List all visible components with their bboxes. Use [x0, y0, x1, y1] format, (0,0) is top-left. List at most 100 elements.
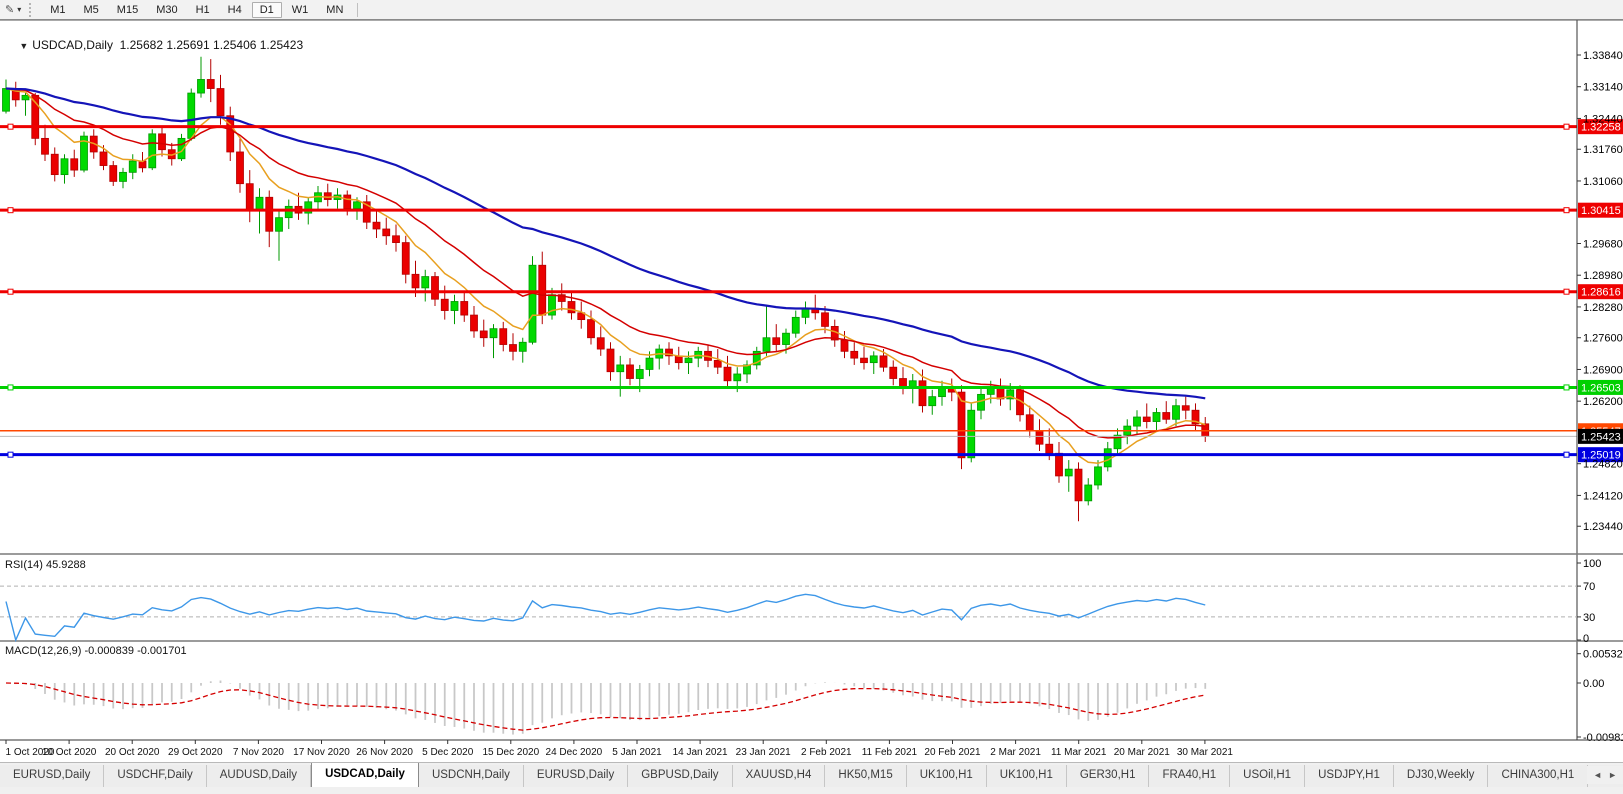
timeframe-button-m5[interactable]: M5: [76, 2, 107, 18]
hline-handle[interactable]: [1564, 452, 1569, 457]
trading-platform-window: ✎ ▾ M1M5M15M30H1H4D1W1MN ▼ USDCAD,Daily 1…: [0, 0, 1623, 794]
candle: [402, 243, 409, 275]
candle: [510, 345, 517, 352]
date-tick-label: 15 Dec 2020: [482, 747, 539, 758]
candle: [100, 152, 107, 166]
candle: [519, 342, 526, 351]
candle: [1095, 467, 1102, 485]
date-tick-label: 2 Feb 2021: [801, 747, 852, 758]
symbol-tab-xauusd-h4[interactable]: XAUUSD,H4: [733, 765, 826, 787]
candle: [1046, 444, 1053, 453]
timeframe-button-m30[interactable]: M30: [148, 2, 185, 18]
draw-tool-caret-icon[interactable]: ▾: [17, 5, 25, 14]
svg-text:1.30415: 1.30415: [1581, 205, 1621, 217]
candle: [1065, 469, 1072, 476]
tab-scroll-left-icon[interactable]: ◄: [1590, 770, 1605, 780]
symbol-tab-fra40-h1[interactable]: FRA40,H1: [1149, 765, 1230, 787]
date-tick-label: 20 Mar 2021: [1114, 747, 1171, 758]
timeframe-button-mn[interactable]: MN: [318, 2, 351, 18]
candle: [246, 184, 253, 211]
candle: [597, 338, 604, 349]
timeframe-button-m1[interactable]: M1: [42, 2, 73, 18]
hline-handle[interactable]: [8, 124, 13, 129]
macd-tick-label: -0.009818: [1583, 732, 1623, 744]
timeframe-button-w1[interactable]: W1: [284, 2, 317, 18]
candle: [607, 349, 614, 372]
candle: [344, 195, 351, 209]
price-tick-label: 1.33140: [1583, 82, 1623, 94]
date-tick-label: 7 Nov 2020: [233, 747, 285, 758]
date-tick-label: 26 Nov 2020: [356, 747, 413, 758]
candle: [1163, 412, 1170, 419]
hline-handle[interactable]: [1564, 124, 1569, 129]
candle: [1104, 449, 1111, 467]
symbol-tab-usdjpy-h1[interactable]: USDJPY,H1: [1305, 765, 1394, 787]
draw-tool-icon[interactable]: ✎: [0, 3, 17, 16]
candle: [441, 299, 448, 310]
symbol-tab-usdcnh-daily[interactable]: USDCNH,Daily: [419, 765, 524, 787]
candle: [539, 265, 546, 315]
candle: [42, 138, 49, 154]
symbol-tab-uk100-h1[interactable]: UK100,H1: [987, 765, 1067, 787]
hline-handle[interactable]: [8, 385, 13, 390]
candle: [354, 202, 361, 209]
symbol-tab-usoil-h1[interactable]: USOil,H1: [1230, 765, 1305, 787]
candle: [461, 301, 468, 315]
symbol-tab-eurusd-daily[interactable]: EURUSD,Daily: [524, 765, 628, 787]
symbol-tab-dj30-weekly[interactable]: DJ30,Weekly: [1394, 765, 1489, 787]
symbol-tab-ger30-h1[interactable]: GER30,H1: [1067, 765, 1150, 787]
candle: [1173, 406, 1180, 420]
rsi-tick-label: 70: [1583, 581, 1595, 593]
price-tick-label: 1.31060: [1583, 176, 1623, 188]
symbol-tab-usdchf-daily[interactable]: USDCHF,Daily: [104, 765, 206, 787]
candle: [734, 374, 741, 381]
candle: [685, 358, 692, 363]
candle: [1036, 431, 1043, 445]
toolbar-grip[interactable]: [29, 3, 37, 17]
chart-menu-caret-icon[interactable]: ▼: [19, 41, 28, 51]
candle: [500, 329, 507, 345]
timeframe-button-m15[interactable]: M15: [109, 2, 146, 18]
chart-canvas[interactable]: 1.322581.304151.286161.265031.255471.250…: [0, 20, 1623, 762]
candle: [822, 313, 829, 327]
hline-handle[interactable]: [1564, 208, 1569, 213]
symbol-tab-uk100-h1[interactable]: UK100,H1: [907, 765, 987, 787]
hline-handle[interactable]: [1564, 385, 1569, 390]
date-tick-label: 14 Jan 2021: [673, 747, 728, 758]
candle: [71, 159, 78, 170]
symbol-tab-china300-h1[interactable]: CHINA300,H1: [1488, 765, 1588, 787]
symbol-tab-usdcad-daily[interactable]: USDCAD,Daily: [311, 762, 419, 787]
candle: [783, 333, 790, 344]
symbol-tab-eurusd-daily[interactable]: EURUSD,Daily: [0, 765, 104, 787]
candle: [724, 367, 731, 381]
candle: [529, 265, 536, 342]
timeframe-button-h4[interactable]: H4: [220, 2, 250, 18]
hline-handle[interactable]: [8, 452, 13, 457]
candle: [285, 206, 292, 217]
timeframe-button-h1[interactable]: H1: [188, 2, 218, 18]
candle: [919, 381, 926, 406]
tab-scroll-buttons: ◄ ►: [1587, 766, 1623, 784]
hline-handle[interactable]: [8, 208, 13, 213]
hline-handle[interactable]: [1564, 289, 1569, 294]
candle: [880, 356, 887, 367]
date-tick-label: 5 Dec 2020: [422, 747, 474, 758]
candle: [714, 360, 721, 367]
price-tick-label: 1.28280: [1583, 302, 1623, 314]
symbol-tab-gbpusd-daily[interactable]: GBPUSD,Daily: [628, 765, 732, 787]
candle: [227, 116, 234, 152]
candle: [1143, 417, 1150, 422]
hline-handle[interactable]: [8, 289, 13, 294]
symbol-tab-audusd-daily[interactable]: AUDUSD,Daily: [207, 765, 311, 787]
candle: [490, 329, 497, 338]
price-tick-label: 1.29680: [1583, 238, 1623, 250]
candle: [451, 301, 458, 310]
tab-scroll-right-icon[interactable]: ►: [1605, 770, 1620, 780]
candle: [480, 331, 487, 338]
candle: [568, 301, 575, 312]
candle: [120, 172, 127, 181]
candle: [129, 161, 136, 172]
candle: [841, 340, 848, 351]
symbol-tab-hk50-m15[interactable]: HK50,M15: [825, 765, 906, 787]
timeframe-button-d1[interactable]: D1: [252, 2, 282, 18]
